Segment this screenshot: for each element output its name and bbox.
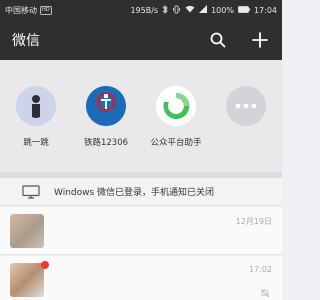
mini-program-jump[interactable]: 跳一跳 xyxy=(1,86,71,148)
jump-jump-icon xyxy=(16,86,56,126)
mini-program-label: 铁路12306 xyxy=(83,138,129,148)
bluetooth-icon xyxy=(162,4,168,16)
avatar xyxy=(10,214,44,248)
app-bar-actions xyxy=(208,30,270,50)
avatar xyxy=(10,263,44,297)
app-bar: 微信 xyxy=(0,20,282,60)
mini-program-label: 公众平台助手 xyxy=(150,138,202,148)
status-bar: 中国移动 HD 195B/s 100% 17:04 xyxy=(0,0,282,20)
pc-login-text: Windows 微信已登录，手机通知已关闭 xyxy=(54,188,215,198)
monitor-icon xyxy=(22,184,40,199)
more-icon xyxy=(226,86,266,126)
wifi-icon xyxy=(185,5,195,15)
mini-program-more[interactable] xyxy=(211,86,281,126)
hd-badge: HD xyxy=(40,5,52,15)
mini-program-mp-assistant[interactable]: 公众平台助手 xyxy=(141,86,211,148)
pc-login-banner[interactable]: Windows 微信已登录，手机通知已关闭 xyxy=(0,178,282,206)
chat-time: 12月19日 xyxy=(235,217,272,226)
mini-program-railway[interactable]: 铁路12306 xyxy=(71,86,141,148)
carrier-name: 中国移动 xyxy=(5,5,37,15)
railway-icon xyxy=(86,86,126,126)
mini-program-strip: 跳一跳 铁路12306 公众平台助手 xyxy=(0,60,282,172)
search-button[interactable] xyxy=(208,30,228,50)
vibrate-icon xyxy=(172,5,181,16)
battery-icon xyxy=(238,5,250,15)
chat-list-item[interactable]: 17:02 xyxy=(0,256,282,300)
plus-icon xyxy=(252,32,268,48)
unread-dot xyxy=(41,261,49,269)
page-title: 微信 xyxy=(12,33,40,49)
search-icon xyxy=(210,32,226,48)
chat-list-item[interactable]: 12月19日 xyxy=(0,207,282,255)
clock: 17:04 xyxy=(253,5,277,15)
mini-program-label: 跳一跳 xyxy=(23,138,49,148)
signal-icon xyxy=(199,5,208,15)
chat-time: 17:02 xyxy=(248,265,272,274)
battery-percent: 100% xyxy=(211,5,234,15)
status-right: 195B/s 100% 17:04 xyxy=(130,4,277,16)
mute-icon xyxy=(260,283,270,300)
mp-assistant-icon xyxy=(156,86,196,126)
network-speed: 195B/s xyxy=(130,5,159,15)
carrier-group: 中国移动 HD xyxy=(5,5,52,16)
add-button[interactable] xyxy=(250,30,270,50)
